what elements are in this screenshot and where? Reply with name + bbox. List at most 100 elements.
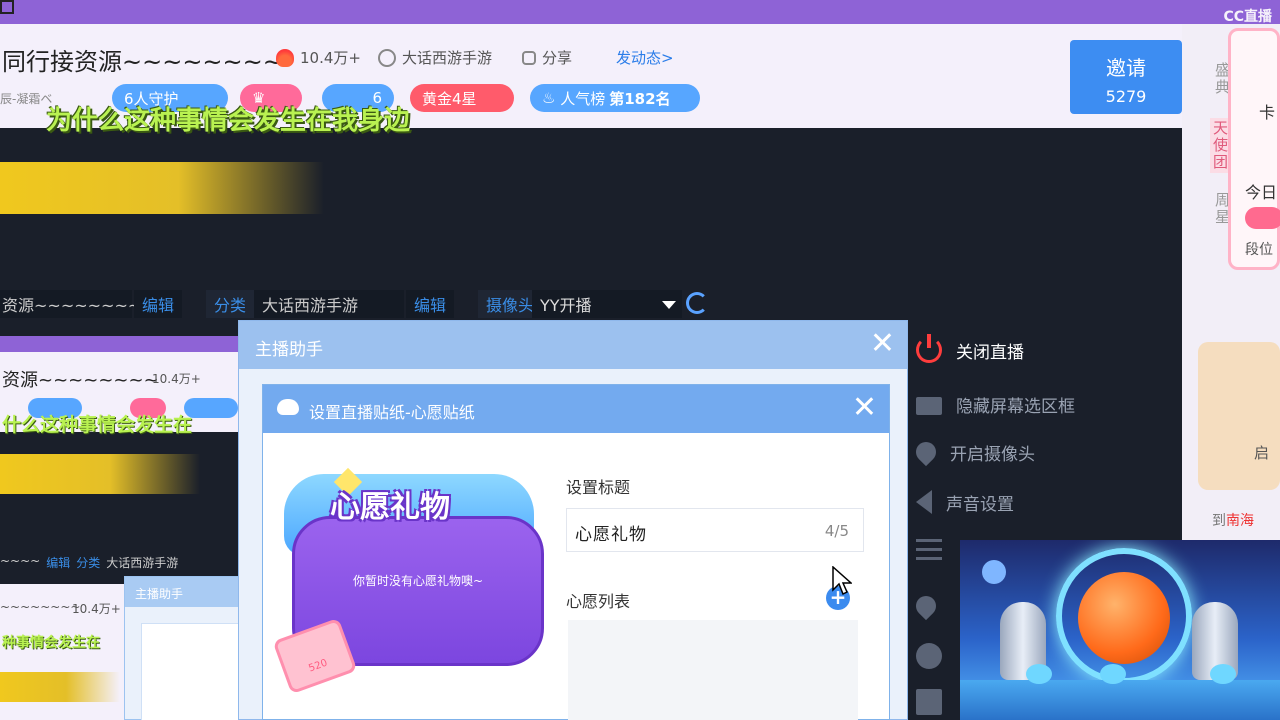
- gold-rank-text: 黄金4星: [422, 89, 477, 108]
- rank-prefix: 人气榜: [560, 89, 606, 108]
- rank-card-k: 卡: [1259, 103, 1276, 122]
- post-update-link[interactable]: 发动态>: [616, 47, 674, 68]
- stream-overlay-text: 为什么这种事情会发生在我身边: [46, 106, 411, 136]
- mirror-pill: [184, 398, 238, 418]
- hide-screen-frame-label: 隐藏屏幕选区框: [956, 396, 1075, 417]
- edit-category-button[interactable]: 编辑: [406, 290, 455, 318]
- mirror-gold-banner: [0, 454, 200, 494]
- mirror-title: 资源~~~~~~~~: [2, 370, 159, 391]
- open-camera-button[interactable]: 开启摄像头: [908, 432, 1168, 472]
- mirror-hot: 10.4万+: [152, 372, 201, 386]
- cloud-icon: [277, 399, 299, 415]
- anchor-subtitle: 辰-凝霜ベ: [0, 92, 53, 106]
- hot-count: 10.4万+: [276, 47, 361, 68]
- stop-stream-label: 关闭直播: [956, 342, 1024, 363]
- sticker-title-value: 心愿礼物: [575, 525, 647, 545]
- mirror-assistant-window: 主播助手: [124, 576, 241, 720]
- mirror-sub-overlay: 种事情会发生在: [2, 635, 100, 651]
- location-pin-icon: [911, 591, 941, 621]
- power-icon: [916, 334, 942, 363]
- set-title-label: 设置标题: [566, 478, 631, 497]
- invite-count: 5279: [1105, 87, 1147, 106]
- cc-live-logo: CC直播: [1223, 9, 1272, 25]
- sticker-dialog-titlebar: 设置直播贴纸-心愿贴纸 ✕: [263, 385, 889, 433]
- edit-title-button[interactable]: 编辑: [134, 290, 183, 318]
- ticket-text: 520: [307, 657, 330, 675]
- nanhai-prefix: 到: [1212, 513, 1226, 529]
- sound-settings-button[interactable]: 声音设置: [908, 482, 1168, 522]
- preview-orange-orb: [1078, 572, 1170, 664]
- category-field[interactable]: 大话西游手游: [254, 290, 405, 318]
- gold-banner: [0, 162, 324, 214]
- share-icon: [522, 50, 536, 65]
- title-field[interactable]: 资源~~~~~~~~: [0, 290, 141, 318]
- rank-card[interactable]: 卡 今日 段位: [1228, 28, 1280, 270]
- game-link[interactable]: 大话西游手游: [378, 47, 492, 68]
- stream-preview[interactable]: [960, 540, 1280, 720]
- sticker-title-input[interactable]: 心愿礼物 4/5: [566, 508, 864, 552]
- event-banner-label: 启: [1254, 444, 1270, 462]
- share-label: 分享: [542, 49, 573, 67]
- assistant-titlebar: 主播助手 ✕: [239, 321, 907, 369]
- wish-gift-sticker-preview: 心愿礼物 你暂时没有心愿礼物噢~ 520: [272, 456, 546, 712]
- sticker-dialog-title: 设置直播贴纸-心愿贴纸: [309, 403, 475, 422]
- room-title: 同行接资源~~~~~~~~: [2, 48, 283, 76]
- sliders-icon: [916, 539, 942, 565]
- mirror-assistant-title: 主播助手: [125, 577, 239, 607]
- location-icon: [911, 437, 941, 467]
- rank-card-bar: [1245, 207, 1280, 229]
- camera-select[interactable]: YY开播: [532, 290, 682, 318]
- play-circle-icon: [378, 48, 396, 67]
- mirror-row-title: ~~~~: [0, 554, 41, 568]
- title-char-count: 4/5: [824, 522, 849, 540]
- nanhai-text: 南海: [1226, 513, 1254, 529]
- chevron-down-icon: [662, 301, 676, 309]
- top-bar: CC直播: [0, 0, 1280, 25]
- game-name: 大话西游手游: [402, 49, 493, 67]
- category-label: 分类: [206, 290, 255, 318]
- open-camera-label: 开启摄像头: [950, 444, 1035, 465]
- popularity-rank-pill[interactable]: ♨ 人气榜 第182名: [530, 84, 700, 112]
- sticker-title: 心愿礼物: [330, 490, 450, 525]
- image-icon: [916, 689, 942, 715]
- camera-value: YY开播: [540, 296, 592, 315]
- close-icon[interactable]: ✕: [870, 329, 895, 359]
- refresh-icon[interactable]: [686, 292, 708, 314]
- rank-value: 第182名: [609, 89, 671, 108]
- mirror-top-bar: [0, 336, 240, 352]
- flame-icon: ♨: [542, 89, 556, 107]
- planet-decoration: [982, 560, 1006, 584]
- close-icon[interactable]: ✕: [852, 393, 877, 423]
- fire-icon: [276, 48, 294, 67]
- invite-button[interactable]: 邀请 5279: [1070, 40, 1182, 114]
- wish-list-area[interactable]: [568, 620, 858, 720]
- rank-card-today: 今日: [1245, 183, 1278, 202]
- invite-label: 邀请: [1106, 56, 1146, 80]
- event-banner[interactable]: 启: [1198, 342, 1280, 490]
- mirror-controls-row: ~~~~ 编辑 分类 大话西游手游: [0, 554, 178, 574]
- stop-stream-button[interactable]: 关闭直播: [908, 330, 1168, 370]
- mirror-sub-hot: 10.4万+: [72, 602, 121, 616]
- nanhai-link[interactable]: 到南海: [1212, 510, 1254, 530]
- mirror-overlay-text: 什么这种事情会发生在: [2, 414, 193, 436]
- hide-screen-frame-button[interactable]: 隐藏屏幕选区框: [908, 384, 1168, 424]
- rank-card-tier: 段位: [1245, 242, 1273, 258]
- stream-controls-row: 资源~~~~~~~~ 编辑 分类 大话西游手游 编辑 摄像头: [0, 290, 543, 318]
- share-button[interactable]: 分享: [522, 47, 572, 68]
- gold-rank-pill[interactable]: 黄金4星: [410, 84, 514, 112]
- mirror-row-category: 分类: [76, 556, 101, 570]
- mascot-blob: [1026, 664, 1052, 684]
- mirror-sub-title: ~~~~~~~~: [0, 600, 81, 614]
- palette-icon: [916, 643, 942, 669]
- mirror-row-edit: 编辑: [46, 556, 71, 570]
- mirrored-preview: 资源~~~~~~~~ 10.4万+ 什么这种事情会发生在 ~~~~ 编辑 分类 …: [0, 336, 241, 720]
- preview-stage-floor: [960, 680, 1280, 720]
- speaker-icon: [916, 490, 932, 514]
- mirror-row-game: 大话西游手游: [106, 556, 179, 570]
- hot-count-text: 10.4万+: [300, 49, 361, 67]
- mascot-blob: [1210, 664, 1236, 684]
- wish-list-label: 心愿列表: [566, 592, 631, 611]
- mouse-cursor-icon: [832, 566, 852, 596]
- monitor-icon: [916, 397, 942, 415]
- window-corner-mark: [0, 0, 14, 14]
